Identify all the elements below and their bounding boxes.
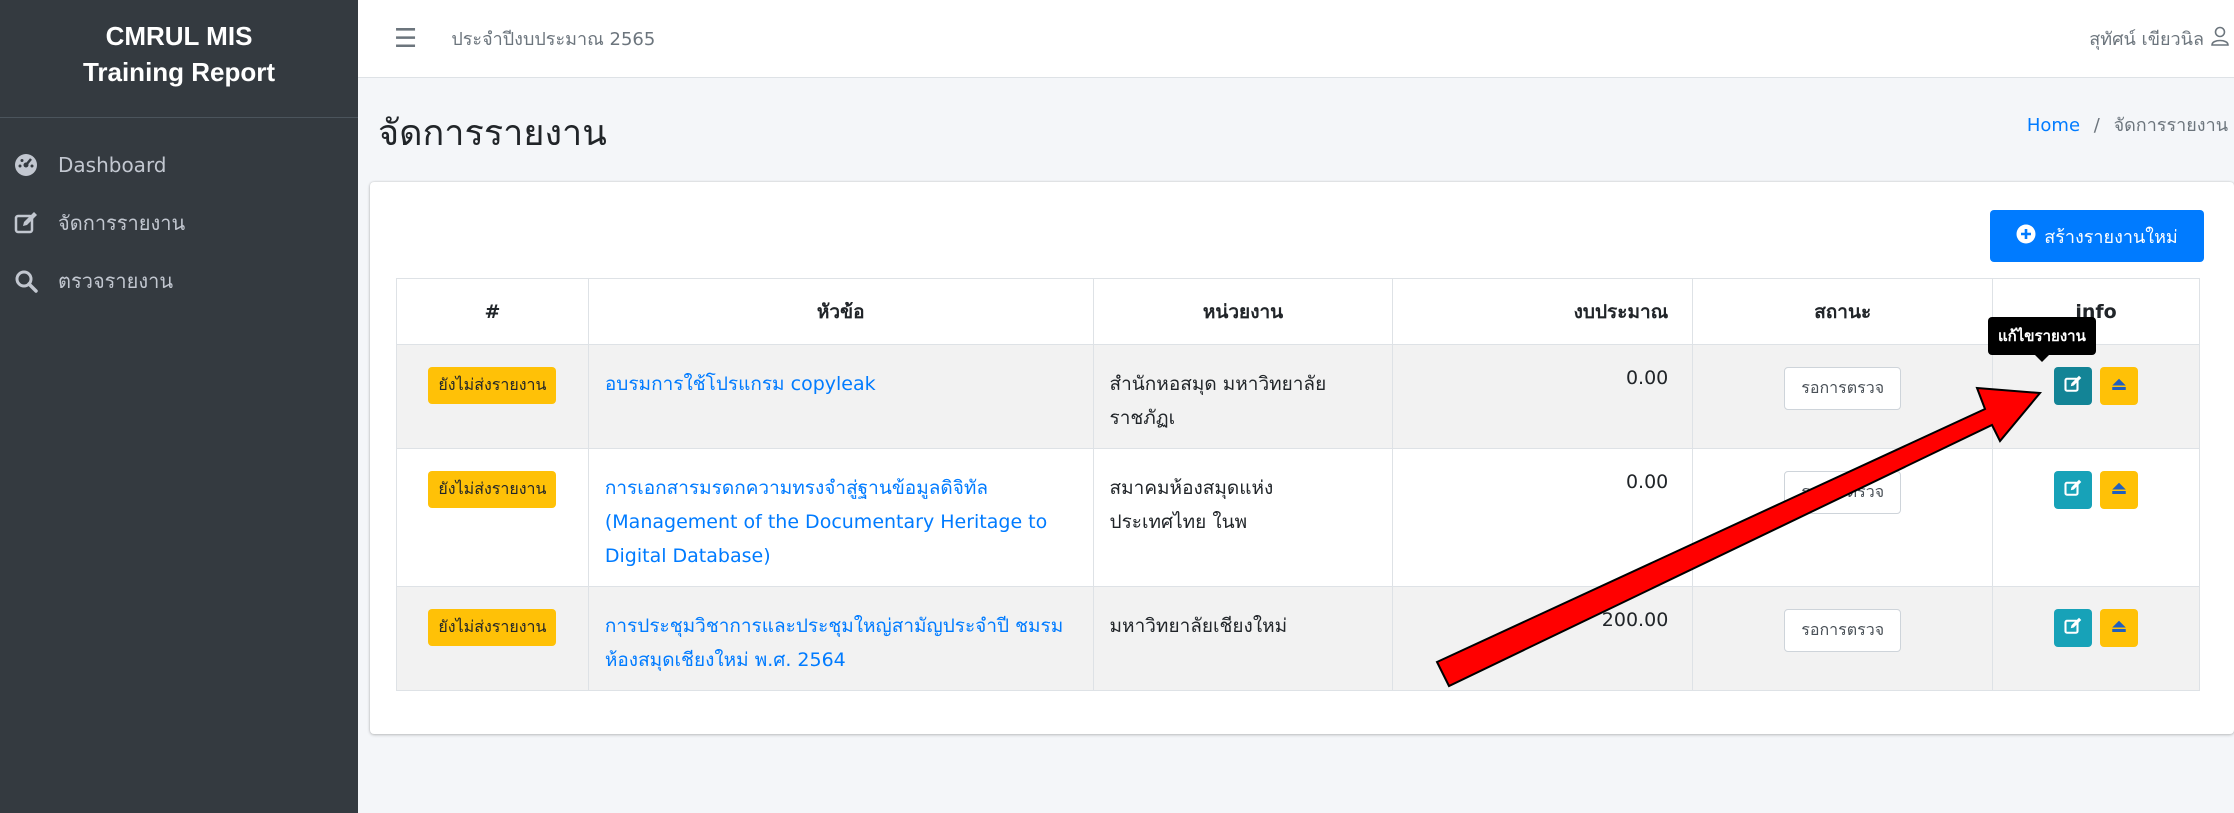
table-header-row: # หัวข้อ หน่วยงาน งบประมาณ สถานะ info xyxy=(396,278,2200,345)
tachometer-icon xyxy=(14,153,54,177)
report-status-badge: ยังไม่ส่งรายงาน xyxy=(428,609,557,646)
eraser-icon xyxy=(2110,617,2128,640)
edit-icon xyxy=(14,211,54,235)
sidebar-item-label: Dashboard xyxy=(58,153,167,177)
delete-report-button[interactable] xyxy=(2100,471,2139,509)
edit-report-button[interactable] xyxy=(2054,367,2093,405)
report-topic-link[interactable]: อบรมการใช้โปรแกรม copyleak xyxy=(605,367,876,401)
page-title: จัดการรายงาน xyxy=(378,113,607,154)
create-report-button[interactable]: สร้างรายงานใหม่ xyxy=(1990,210,2204,262)
brand-title: CMRUL MIS xyxy=(105,21,253,51)
edit-report-button[interactable] xyxy=(2054,471,2093,509)
column-header: หน่วยงาน xyxy=(1092,278,1394,345)
reports-card: สร้างรายงานใหม่ # หัวข้อ หน่วยงาน งบประม… xyxy=(370,182,2234,734)
hamburger-menu-icon[interactable]: ☰ xyxy=(394,24,417,54)
table-row: ยังไม่ส่งรายงาน อบรมการใช้โปรแกรม copyle… xyxy=(396,344,2200,449)
sidebar-item-review-reports[interactable]: ตรวจรายงาน xyxy=(0,252,358,310)
table-row: ยังไม่ส่งรายงาน การประชุมวิชาการและประชุ… xyxy=(396,586,2200,691)
report-status-badge: ยังไม่ส่งรายงาน xyxy=(428,367,557,404)
eraser-icon xyxy=(2110,479,2128,502)
column-header: หัวข้อ xyxy=(587,278,1094,345)
brand-subtitle: Training Report xyxy=(82,57,276,87)
sidebar-item-label: ตรวจรายงาน xyxy=(58,269,174,293)
sidebar-item-label: จัดการรายงาน xyxy=(58,211,186,235)
top-navbar: ☰ ประจำปีงบประมาณ 2565 สุทัศน์ เขียวนิล xyxy=(358,0,2234,78)
sidebar-item-manage-reports[interactable]: จัดการรายงาน xyxy=(0,194,358,252)
delete-report-button[interactable] xyxy=(2100,367,2139,405)
review-status: รอการตรวจ xyxy=(1784,609,1902,652)
column-header: สถานะ xyxy=(1692,278,1994,345)
department-text: สมาคมห้องสมุดแห่งประเทศไทย ในพ xyxy=(1109,477,1274,533)
review-status: รอการตรวจ xyxy=(1784,471,1902,514)
report-status-badge: ยังไม่ส่งรายงาน xyxy=(428,471,557,508)
plus-circle-icon xyxy=(2016,224,2036,249)
breadcrumb: Home / จัดการรายงาน xyxy=(2027,110,2228,139)
create-report-label: สร้างรายงานใหม่ xyxy=(2044,226,2178,248)
edit-icon xyxy=(2064,617,2082,640)
budget-value: 0.00 xyxy=(1392,448,1694,587)
user-icon xyxy=(2210,26,2230,51)
brand[interactable]: CMRUL MIS Training Report xyxy=(0,0,358,118)
department-text: มหาวิทยาลัยเชียงใหม่ xyxy=(1109,615,1288,637)
review-status: รอการตรวจ xyxy=(1784,367,1902,410)
reports-table: # หัวข้อ หน่วยงาน งบประมาณ สถานะ info ยั… xyxy=(396,278,2200,691)
eraser-icon xyxy=(2110,375,2128,398)
edit-icon xyxy=(2064,479,2082,502)
report-topic-link[interactable]: การประชุมวิชาการและประชุมใหญ่สามัญประจำป… xyxy=(605,609,1083,677)
sidebar-item-dashboard[interactable]: Dashboard xyxy=(0,136,358,194)
search-icon xyxy=(14,269,54,293)
edit-icon xyxy=(2064,375,2082,398)
user-menu[interactable]: สุทัศน์ เขียวนิล xyxy=(2089,24,2230,53)
breadcrumb-current: จัดการรายงาน xyxy=(2113,115,2228,136)
column-header: # xyxy=(396,278,589,345)
department-text: สำนักหอสมุด มหาวิทยาลัยราชภัฏเ xyxy=(1109,373,1327,429)
budget-value: 0.00 xyxy=(1392,344,1694,449)
breadcrumb-home-link[interactable]: Home xyxy=(2027,115,2080,136)
edit-report-button[interactable] xyxy=(2054,609,2093,647)
budget-value: 200.00 xyxy=(1392,586,1694,691)
sidebar-nav: Dashboard จัดการรายงาน ตรวจรายงาน xyxy=(0,118,358,310)
column-header: งบประมาณ xyxy=(1392,278,1694,345)
user-name: สุทัศน์ เขียวนิล xyxy=(2089,29,2204,50)
table-row: ยังไม่ส่งรายงาน การเอกสารมรดกความทรงจำสู… xyxy=(396,448,2200,587)
edit-tooltip: แก้ไขรายงาน xyxy=(1988,317,2096,362)
fiscal-year-label: ประจำปีงบประมาณ 2565 xyxy=(451,29,656,50)
report-topic-link[interactable]: การเอกสารมรดกความทรงจำสู่ฐานข้อมูลดิจิทั… xyxy=(605,471,1083,573)
breadcrumb-separator: / xyxy=(2093,115,2100,136)
sidebar: CMRUL MIS Training Report Dashboard จัดก… xyxy=(0,0,358,813)
delete-report-button[interactable] xyxy=(2100,609,2139,647)
